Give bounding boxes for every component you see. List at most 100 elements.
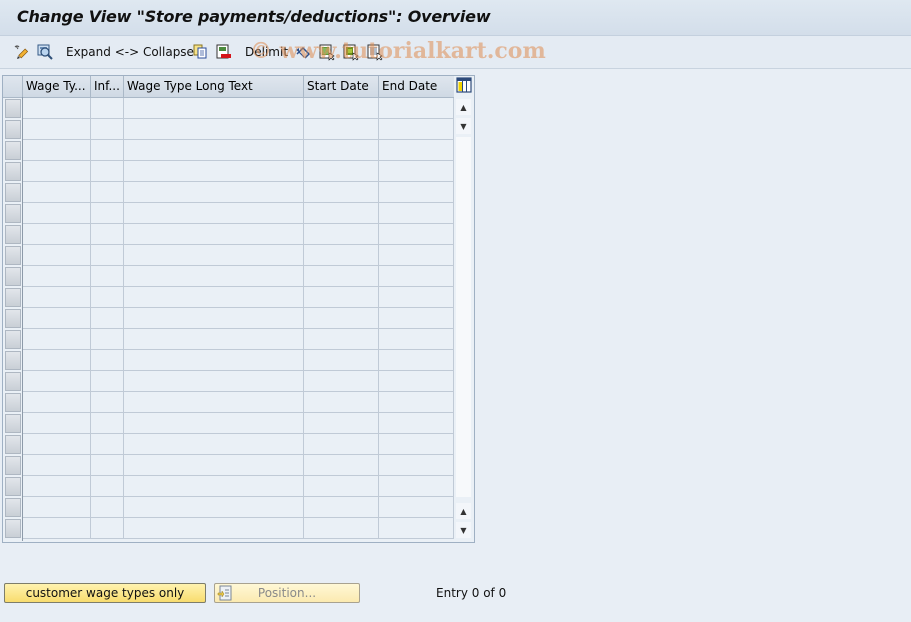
row-selector[interactable] <box>5 393 21 412</box>
table-row[interactable] <box>3 392 454 413</box>
select-all-rows-cell[interactable] <box>3 76 23 97</box>
table-cell[interactable] <box>304 455 379 476</box>
table-cell[interactable] <box>91 98 124 119</box>
table-cell[interactable] <box>124 182 304 203</box>
row-selector[interactable] <box>5 162 21 181</box>
table-cell[interactable] <box>304 287 379 308</box>
row-selector[interactable] <box>5 99 21 118</box>
row-selector[interactable] <box>5 519 21 538</box>
table-cell[interactable] <box>91 119 124 140</box>
table-cell[interactable] <box>91 455 124 476</box>
change-display-button[interactable] <box>12 42 30 62</box>
table-cell[interactable] <box>124 371 304 392</box>
table-row[interactable] <box>3 455 454 476</box>
table-cell[interactable] <box>91 140 124 161</box>
table-cell[interactable] <box>124 476 304 497</box>
table-cell[interactable] <box>23 287 91 308</box>
details-button[interactable] <box>36 42 54 62</box>
table-cell[interactable] <box>124 455 304 476</box>
table-cell[interactable] <box>124 119 304 140</box>
row-selector[interactable] <box>5 183 21 202</box>
table-cell[interactable] <box>379 203 454 224</box>
column-settings-button[interactable] <box>455 76 472 95</box>
table-cell[interactable] <box>23 119 91 140</box>
column-header-start-date[interactable]: Start Date <box>304 76 379 97</box>
table-cell[interactable] <box>91 518 124 539</box>
table-cell[interactable] <box>23 161 91 182</box>
table-cell[interactable] <box>379 371 454 392</box>
table-cell[interactable] <box>23 329 91 350</box>
column-header-end-date[interactable]: End Date <box>379 76 454 97</box>
table-cell[interactable] <box>23 245 91 266</box>
table-cell[interactable] <box>379 455 454 476</box>
row-selector[interactable] <box>5 246 21 265</box>
table-cell[interactable] <box>124 413 304 434</box>
delimit-button[interactable]: Delimit <box>245 42 288 62</box>
table-cell[interactable] <box>304 182 379 203</box>
table-row[interactable] <box>3 476 454 497</box>
table-cell[interactable] <box>379 434 454 455</box>
row-selector[interactable] <box>5 204 21 223</box>
select-block-button[interactable] <box>342 42 360 62</box>
scroll-down-button[interactable]: ▼ <box>456 118 471 134</box>
table-cell[interactable] <box>379 119 454 140</box>
table-cell[interactable] <box>91 350 124 371</box>
table-cell[interactable] <box>91 245 124 266</box>
table-row[interactable] <box>3 350 454 371</box>
table-row[interactable] <box>3 140 454 161</box>
table-cell[interactable] <box>124 392 304 413</box>
table-row[interactable] <box>3 329 454 350</box>
column-header-long-text[interactable]: Wage Type Long Text <box>124 76 304 97</box>
table-cell[interactable] <box>124 497 304 518</box>
page-down-button[interactable]: ▼ <box>456 522 471 538</box>
table-cell[interactable] <box>379 329 454 350</box>
table-cell[interactable] <box>23 392 91 413</box>
table-cell[interactable] <box>91 287 124 308</box>
table-row[interactable] <box>3 224 454 245</box>
table-row[interactable] <box>3 161 454 182</box>
row-selector[interactable] <box>5 435 21 454</box>
row-selector[interactable] <box>5 372 21 391</box>
table-cell[interactable] <box>124 98 304 119</box>
table-cell[interactable] <box>91 476 124 497</box>
table-cell[interactable] <box>23 371 91 392</box>
table-cell[interactable] <box>379 413 454 434</box>
table-row[interactable] <box>3 203 454 224</box>
table-cell[interactable] <box>379 392 454 413</box>
table-row[interactable] <box>3 518 454 539</box>
customer-wage-types-only-button[interactable]: customer wage types only <box>4 583 206 603</box>
table-row[interactable] <box>3 245 454 266</box>
table-cell[interactable] <box>379 287 454 308</box>
table-row[interactable] <box>3 287 454 308</box>
table-cell[interactable] <box>23 497 91 518</box>
row-selector[interactable] <box>5 267 21 286</box>
row-selector[interactable] <box>5 498 21 517</box>
table-row[interactable] <box>3 371 454 392</box>
table-cell[interactable] <box>23 224 91 245</box>
table-cell[interactable] <box>124 266 304 287</box>
deselect-all-button[interactable] <box>366 42 384 62</box>
table-cell[interactable] <box>379 518 454 539</box>
scroll-up-button[interactable]: ▲ <box>456 99 471 115</box>
table-cell[interactable] <box>91 224 124 245</box>
delete-button[interactable] <box>214 42 232 62</box>
table-row[interactable] <box>3 434 454 455</box>
table-cell[interactable] <box>91 371 124 392</box>
table-cell[interactable] <box>124 161 304 182</box>
table-row[interactable] <box>3 266 454 287</box>
table-cell[interactable] <box>91 392 124 413</box>
table-cell[interactable] <box>124 140 304 161</box>
row-selector[interactable] <box>5 456 21 475</box>
row-selector[interactable] <box>5 414 21 433</box>
table-cell[interactable] <box>304 119 379 140</box>
column-header-infotype[interactable]: Inf... <box>91 76 124 97</box>
select-all-button[interactable] <box>318 42 336 62</box>
table-row[interactable] <box>3 497 454 518</box>
table-row[interactable] <box>3 308 454 329</box>
table-cell[interactable] <box>91 266 124 287</box>
table-cell[interactable] <box>23 476 91 497</box>
table-cell[interactable] <box>379 497 454 518</box>
table-row[interactable] <box>3 119 454 140</box>
table-row[interactable] <box>3 182 454 203</box>
table-cell[interactable] <box>23 203 91 224</box>
